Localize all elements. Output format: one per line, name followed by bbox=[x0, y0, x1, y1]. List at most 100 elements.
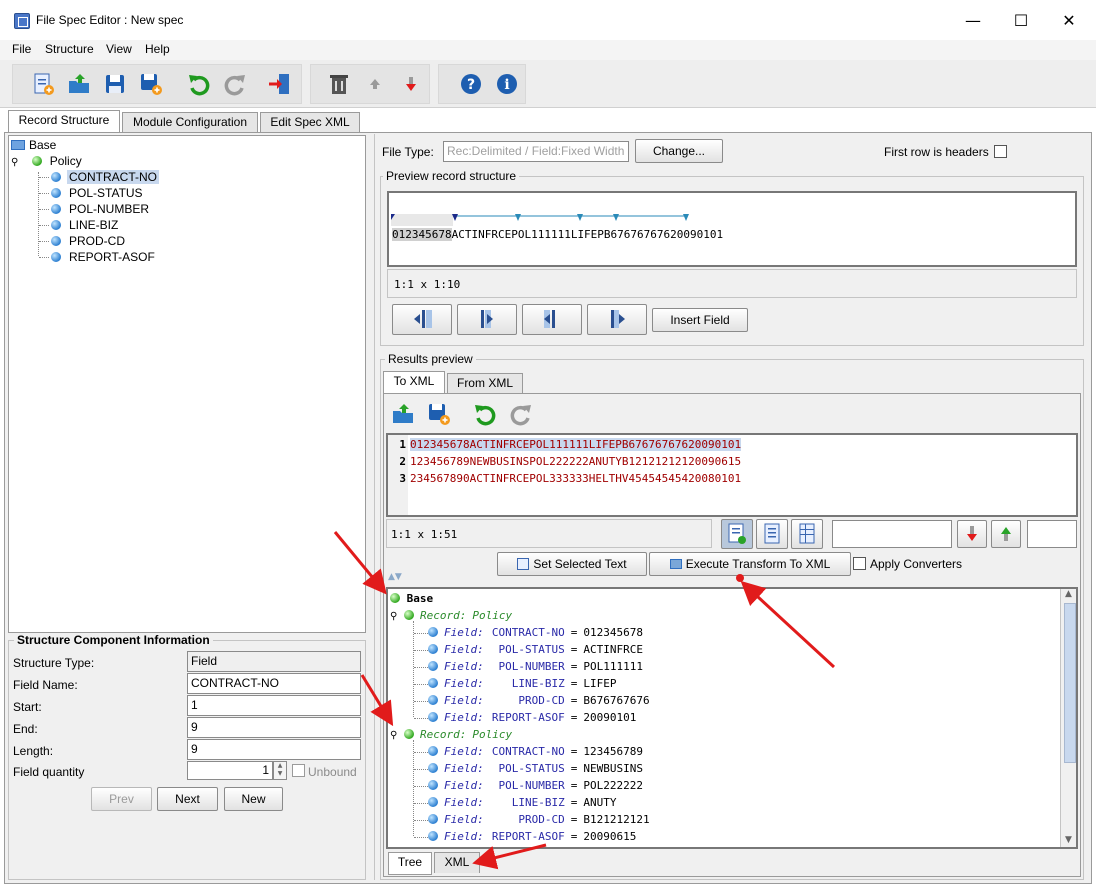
structure-tree[interactable]: Base ⚲ Policy CONTRACT-NO POL-STATUS POL-N… bbox=[8, 135, 366, 633]
length-input[interactable]: 9 bbox=[187, 739, 361, 760]
minimize-button[interactable]: — bbox=[950, 8, 996, 34]
change-button[interactable]: Change... bbox=[635, 139, 723, 163]
end-input[interactable]: 9 bbox=[187, 717, 361, 738]
unbound-checkbox[interactable] bbox=[292, 764, 305, 777]
prev-button[interactable]: Prev bbox=[91, 787, 152, 811]
apply-converters-checkbox[interactable] bbox=[853, 557, 866, 570]
maximize-button[interactable]: ☐ bbox=[998, 8, 1044, 34]
xml-field[interactable]: Field: PROD-CD = B676767676 bbox=[414, 692, 650, 709]
results-save-icon[interactable] bbox=[424, 398, 454, 430]
tree-field-pol-status[interactable]: POL-STATUS bbox=[39, 185, 145, 201]
find-next-button[interactable] bbox=[957, 520, 987, 548]
tab-to-xml[interactable]: To XML bbox=[383, 371, 445, 394]
close-button[interactable]: ✕ bbox=[1046, 8, 1092, 34]
input-text-editor[interactable]: 1 012345678ACTINFRCEPOL111111LIFEPB676767… bbox=[386, 433, 1078, 517]
results-open-icon[interactable] bbox=[388, 398, 418, 430]
field-quantity-input[interactable]: 1 bbox=[187, 761, 273, 780]
new-button[interactable]: New bbox=[224, 787, 283, 811]
tree-field-line-biz[interactable]: LINE-BIZ bbox=[39, 217, 120, 233]
file-type-input[interactable]: Rec:Delimited / Field:Fixed Width bbox=[443, 141, 629, 162]
delete-icon[interactable] bbox=[324, 68, 354, 100]
menu-file[interactable]: File bbox=[12, 42, 31, 56]
move-up-icon[interactable] bbox=[360, 68, 390, 100]
tree-field-prod-cd[interactable]: PROD-CD bbox=[39, 233, 127, 249]
menu-view[interactable]: View bbox=[106, 42, 132, 56]
xml-record[interactable]: ⚲ Record: Policy bbox=[390, 607, 512, 624]
tab-record-structure[interactable]: Record Structure bbox=[8, 110, 120, 133]
start-input[interactable]: 1 bbox=[187, 695, 361, 716]
next-button[interactable]: Next bbox=[157, 787, 218, 811]
tree-field-pol-number[interactable]: POL-NUMBER bbox=[39, 201, 151, 217]
xml-field[interactable]: Field: POL-STATUS = NEWBUSINS bbox=[414, 760, 643, 777]
preview-record-text[interactable]: 012345678ACTINFRCEPOL111111LIFEPB6767676… bbox=[392, 228, 723, 241]
expand-handle-icon[interactable]: ⚲ bbox=[11, 155, 21, 171]
new-spec-icon[interactable] bbox=[28, 68, 58, 100]
tab-edit-spec-xml[interactable]: Edit Spec XML bbox=[260, 112, 360, 133]
xml-field[interactable]: Field: CONTRACT-NO = 012345678 bbox=[414, 624, 643, 641]
tree-field-contract-no[interactable]: CONTRACT-NO bbox=[39, 169, 159, 185]
scroll-up-icon[interactable]: ▲ bbox=[1065, 589, 1072, 599]
redo-icon[interactable] bbox=[220, 68, 250, 100]
exit-icon[interactable] bbox=[264, 68, 294, 100]
save-icon[interactable] bbox=[100, 68, 130, 100]
input-line[interactable]: 123456789NEWBUSINSPOL222222ANUTYB1212121… bbox=[410, 455, 741, 468]
marker-2[interactable] bbox=[515, 214, 521, 221]
xml-field[interactable]: Field: REPORT-ASOF = 20090101 bbox=[414, 709, 636, 726]
xml-field[interactable]: Field: CONTRACT-NO = 123456789 bbox=[414, 743, 643, 760]
view-mode-active-button[interactable] bbox=[721, 519, 753, 549]
input-line[interactable]: 012345678ACTINFRCEPOL111111LIFEPB6767676… bbox=[410, 438, 742, 451]
marker-4[interactable] bbox=[613, 214, 619, 221]
undo-icon[interactable] bbox=[184, 68, 214, 100]
tree-root[interactable]: Base bbox=[11, 137, 56, 153]
set-selected-text-button[interactable]: Set Selected Text bbox=[497, 552, 647, 576]
xml-result-tree[interactable]: Base ⚲ Record: Policy Field: CONTRACT-NO = 012… bbox=[386, 587, 1078, 849]
results-undo-icon[interactable] bbox=[470, 398, 500, 430]
preview-ruler-area[interactable]: 012345678ACTINFRCEPOL111111LIFEPB6767676… bbox=[387, 191, 1077, 267]
xml-field[interactable]: Field: PROD-CD = B121212121 bbox=[414, 811, 650, 828]
tab-from-xml[interactable]: From XML bbox=[447, 373, 523, 394]
tree-field-report-asof[interactable]: REPORT-ASOF bbox=[39, 249, 157, 265]
view-mode-table-button[interactable] bbox=[791, 519, 823, 549]
xml-field[interactable]: Field: LINE-BIZ = ANUTY bbox=[414, 794, 617, 811]
xml-field[interactable]: Field: LINE-BIZ = LIFEP bbox=[414, 675, 617, 692]
goto-line-input[interactable] bbox=[1027, 520, 1077, 548]
save-as-icon[interactable] bbox=[136, 68, 166, 100]
info-icon[interactable]: i bbox=[492, 68, 522, 100]
execute-transform-button[interactable]: Execute Transform To XML bbox=[649, 552, 851, 576]
xml-record[interactable]: ⚲ Record: Policy bbox=[390, 726, 512, 743]
field-markers[interactable] bbox=[391, 213, 691, 227]
xml-field[interactable]: Field: POL-STATUS = ACTINFRCE bbox=[414, 641, 643, 658]
shift-left-end-button[interactable] bbox=[522, 304, 582, 335]
menu-structure[interactable]: Structure bbox=[45, 42, 94, 56]
xml-scrollbar[interactable]: ▲ ▼ bbox=[1060, 589, 1076, 847]
find-prev-button[interactable] bbox=[991, 520, 1021, 548]
view-mode-list-button[interactable] bbox=[756, 519, 788, 549]
tab-xml[interactable]: XML bbox=[434, 852, 480, 873]
shift-left-start-button[interactable] bbox=[392, 304, 452, 335]
tab-module-configuration[interactable]: Module Configuration bbox=[122, 112, 258, 133]
xml-field[interactable]: Field: REPORT-ASOF = 20090615 bbox=[414, 828, 636, 845]
xml-field[interactable]: Field: POL-NUMBER = POL111111 bbox=[414, 658, 643, 675]
xml-scrollbar-thumb[interactable] bbox=[1064, 603, 1076, 763]
shift-right-end-button[interactable] bbox=[587, 304, 647, 335]
first-row-headers-checkbox[interactable] bbox=[994, 145, 1007, 158]
xml-root[interactable]: Base bbox=[390, 590, 433, 607]
splitter-handle[interactable]: ▲▼ bbox=[388, 572, 402, 582]
scroll-down-icon[interactable]: ▼ bbox=[1065, 835, 1072, 845]
insert-field-button[interactable]: Insert Field bbox=[652, 308, 748, 332]
quantity-spinner[interactable]: ▲ ▼ bbox=[273, 761, 287, 780]
marker-5[interactable] bbox=[683, 214, 689, 221]
results-redo-icon[interactable] bbox=[506, 398, 536, 430]
search-input[interactable] bbox=[832, 520, 952, 548]
field-name-input[interactable]: CONTRACT-NO bbox=[187, 673, 361, 694]
xml-field[interactable]: Field: POL-NUMBER = POL222222 bbox=[414, 777, 643, 794]
menu-help[interactable]: Help bbox=[145, 42, 170, 56]
shift-right-start-button[interactable] bbox=[457, 304, 517, 335]
tab-tree[interactable]: Tree bbox=[388, 852, 432, 875]
marker-3[interactable] bbox=[577, 214, 583, 221]
help-icon[interactable]: ? bbox=[456, 68, 486, 100]
move-down-icon[interactable] bbox=[396, 68, 426, 100]
open-icon[interactable] bbox=[64, 68, 94, 100]
expand-handle-icon[interactable]: ⚲ bbox=[390, 608, 404, 625]
tree-record-policy[interactable]: ⚲ Policy bbox=[11, 153, 82, 169]
